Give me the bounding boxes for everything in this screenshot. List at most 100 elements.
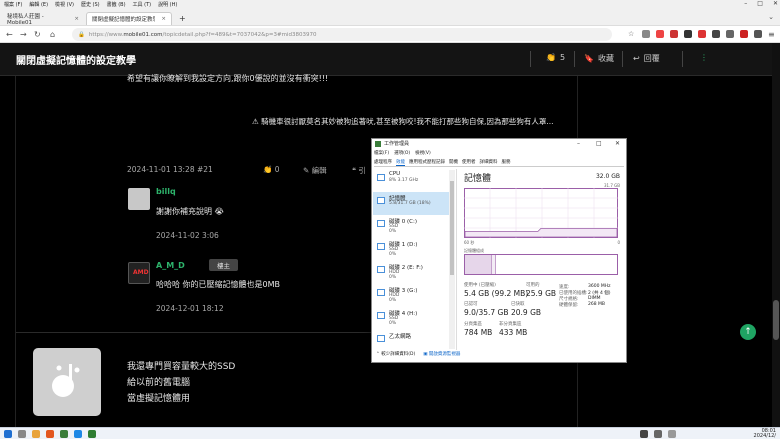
avatar[interactable]: AMD (128, 262, 150, 284)
navigation-bar: ← → ↻ ⌂ 🔒 https://www. mobile01.com/topic… (0, 26, 780, 43)
tm-tab[interactable]: 應用程式歷程記錄 (409, 159, 445, 166)
comment-username[interactable]: A_M_D (156, 261, 185, 270)
network-icon[interactable] (640, 430, 648, 438)
favorite-button[interactable]: 🔖 收藏 (584, 53, 614, 64)
menu-item[interactable]: 書籤 (B) (107, 1, 126, 8)
maximize-button[interactable]: □ (596, 140, 602, 147)
tm-menu-item[interactable]: 檔案(F) (374, 150, 389, 156)
committed-value: 9.0/35.7 GB (464, 308, 509, 317)
home-icon[interactable]: ⌂ (50, 30, 55, 39)
extension-icon[interactable] (642, 30, 650, 38)
tm-tab[interactable]: 開機 (449, 159, 458, 166)
extension-icon[interactable] (670, 30, 678, 38)
task-manager-window: 工作管理員 – □ ✕ 檔案(F) 選項(O) 檢視(V) 處理程序 效能 應用程式歷程… (371, 138, 627, 363)
scrollbar-thumb[interactable] (450, 181, 454, 275)
new-tab-button[interactable]: + (174, 12, 191, 25)
chevron-up-icon: ⌃ (376, 352, 380, 357)
forward-arrow-icon[interactable]: → (20, 30, 27, 39)
menu-item[interactable]: 工具 (T) (133, 1, 152, 8)
post-meta: 2024-11-01 13:28 #21 (127, 165, 213, 174)
extension-icon[interactable] (726, 30, 734, 38)
more-options-icon[interactable]: ⋮ (700, 53, 708, 62)
comment-username[interactable]: billq (156, 187, 176, 196)
taskbar-app-icon[interactable] (74, 430, 82, 438)
close-icon[interactable]: × (155, 16, 166, 22)
in-use-value: 5.4 GB (99.2 MB) (464, 289, 529, 298)
volume-icon[interactable] (654, 430, 662, 438)
resource-item[interactable]: 磁碟 1 (D:) SSD 0% (373, 238, 451, 261)
form-factor-value: DIMM (588, 296, 601, 301)
resource-item[interactable]: 磁碟 2 (E: F:) HDD 0% (373, 261, 451, 284)
paged-pool-label: 分頁集區 (464, 322, 482, 327)
fewer-details-button[interactable]: ⌃ 較少詳細資料(D) (376, 351, 415, 357)
resource-item[interactable]: CPU 8% 3.17 GHz (373, 169, 451, 192)
post-line: 給以前的舊電腦 (127, 378, 191, 388)
like-button[interactable]: 👏 5 (546, 53, 565, 62)
post-like-button[interactable]: 👏 0 (263, 165, 280, 174)
post-line: 我還專門買容量較大的SSD (127, 362, 236, 372)
close-window-button[interactable]: ✕ (773, 0, 778, 7)
resource-item[interactable]: 乙太網路 (373, 330, 451, 353)
resource-list: CPU 8% 3.17 GHz 記憶體 5.8/31.7 GB (18%) 磁碟 0 (… (373, 169, 457, 350)
speed-value: 3600 MHz (588, 284, 611, 289)
minimize-button[interactable]: – (577, 140, 580, 147)
monitor-icon: ▣ (423, 352, 428, 357)
menu-item[interactable]: 檢視 (V) (55, 1, 74, 8)
taskbar-app-icon[interactable] (88, 430, 96, 438)
resource-item[interactable]: 磁碟 0 (C:) SSD 0% (373, 215, 451, 238)
task-manager-tabs: 處理程序 效能 應用程式歷程記錄 開機 使用者 詳細資料 服務 (374, 159, 624, 167)
reply-button[interactable]: ↩ 回覆 (633, 53, 660, 64)
menu-item[interactable]: 說明 (H) (158, 1, 177, 8)
windows-start-icon[interactable] (4, 430, 12, 438)
back-arrow-icon[interactable]: ← (6, 30, 13, 39)
avatar[interactable] (33, 348, 101, 416)
extension-icon[interactable] (712, 30, 720, 38)
extension-icon[interactable] (754, 30, 762, 38)
url-bar[interactable]: 🔒 https://www. mobile01.com/topicdetail.p… (72, 28, 612, 41)
firefox-icon[interactable] (46, 430, 54, 438)
chevron-down-icon[interactable]: ⌄ (768, 13, 774, 21)
tm-tab[interactable]: 效能 (396, 159, 405, 166)
tm-tab[interactable]: 服務 (502, 159, 511, 166)
page-scrollbar[interactable] (772, 43, 780, 427)
resource-item[interactable]: 記憶體 5.8/31.7 GB (18%) (373, 192, 451, 215)
post-like-count: 0 (274, 165, 280, 174)
reload-icon[interactable]: ↻ (34, 30, 41, 39)
notification-icon[interactable] (668, 430, 676, 438)
tab-1[interactable]: 秘境私人莊園 - Mobile01 × (2, 12, 84, 26)
in-use-label: 使用中 (已壓縮) (464, 283, 496, 288)
tm-menu-item[interactable]: 選項(O) (394, 150, 410, 156)
memory-composition-bar (464, 254, 618, 275)
scrollbar-thumb[interactable] (773, 300, 779, 340)
extension-icon[interactable] (656, 30, 664, 38)
menu-item[interactable]: 編輯 (E) (29, 1, 48, 8)
tm-menu-item[interactable]: 檢視(V) (415, 150, 431, 156)
menu-item[interactable]: 檔案 (F) (4, 1, 22, 8)
taskbar-app-icon[interactable] (18, 430, 26, 438)
close-icon[interactable]: × (68, 16, 79, 22)
tab-2[interactable]: 關閉虛擬記憶體的設定教學 (第1頁) × (86, 12, 172, 25)
bookmark-star-icon[interactable]: ☆ (628, 30, 634, 38)
maximize-button[interactable]: □ (757, 0, 763, 7)
quote-button[interactable]: ❝ 引 (352, 165, 366, 176)
extension-icon[interactable] (740, 30, 748, 38)
minimize-button[interactable]: – (744, 0, 747, 7)
menu-item[interactable]: 歷史 (S) (81, 1, 100, 8)
hamburger-menu-icon[interactable]: ≡ (768, 30, 775, 39)
extension-icon[interactable] (684, 30, 692, 38)
close-window-button[interactable]: ✕ (615, 140, 620, 147)
tm-tab[interactable]: 處理程序 (374, 159, 392, 166)
crying-emoji-icon: 😭 (214, 207, 224, 216)
taskbar-app-icon[interactable] (32, 430, 40, 438)
go-to-top-button[interactable]: ↑ (740, 324, 756, 340)
extension-icon[interactable] (698, 30, 706, 38)
tm-tab[interactable]: 使用者 (462, 159, 476, 166)
resource-item[interactable]: 磁碟 3 (G:) HDD 0% (373, 284, 451, 307)
resource-item[interactable]: 磁碟 4 (H:) SSD 0% (373, 307, 451, 330)
taskbar-app-icon[interactable] (60, 430, 68, 438)
edit-button[interactable]: ✎ 編輯 (303, 165, 327, 176)
resource-monitor-link[interactable]: ▣ 開啟資源監視器 (423, 351, 460, 357)
taskbar-clock[interactable]: 08:01 2024/12/ (754, 429, 776, 439)
tm-tab[interactable]: 詳細資料 (480, 159, 498, 166)
avatar[interactable] (128, 188, 150, 210)
